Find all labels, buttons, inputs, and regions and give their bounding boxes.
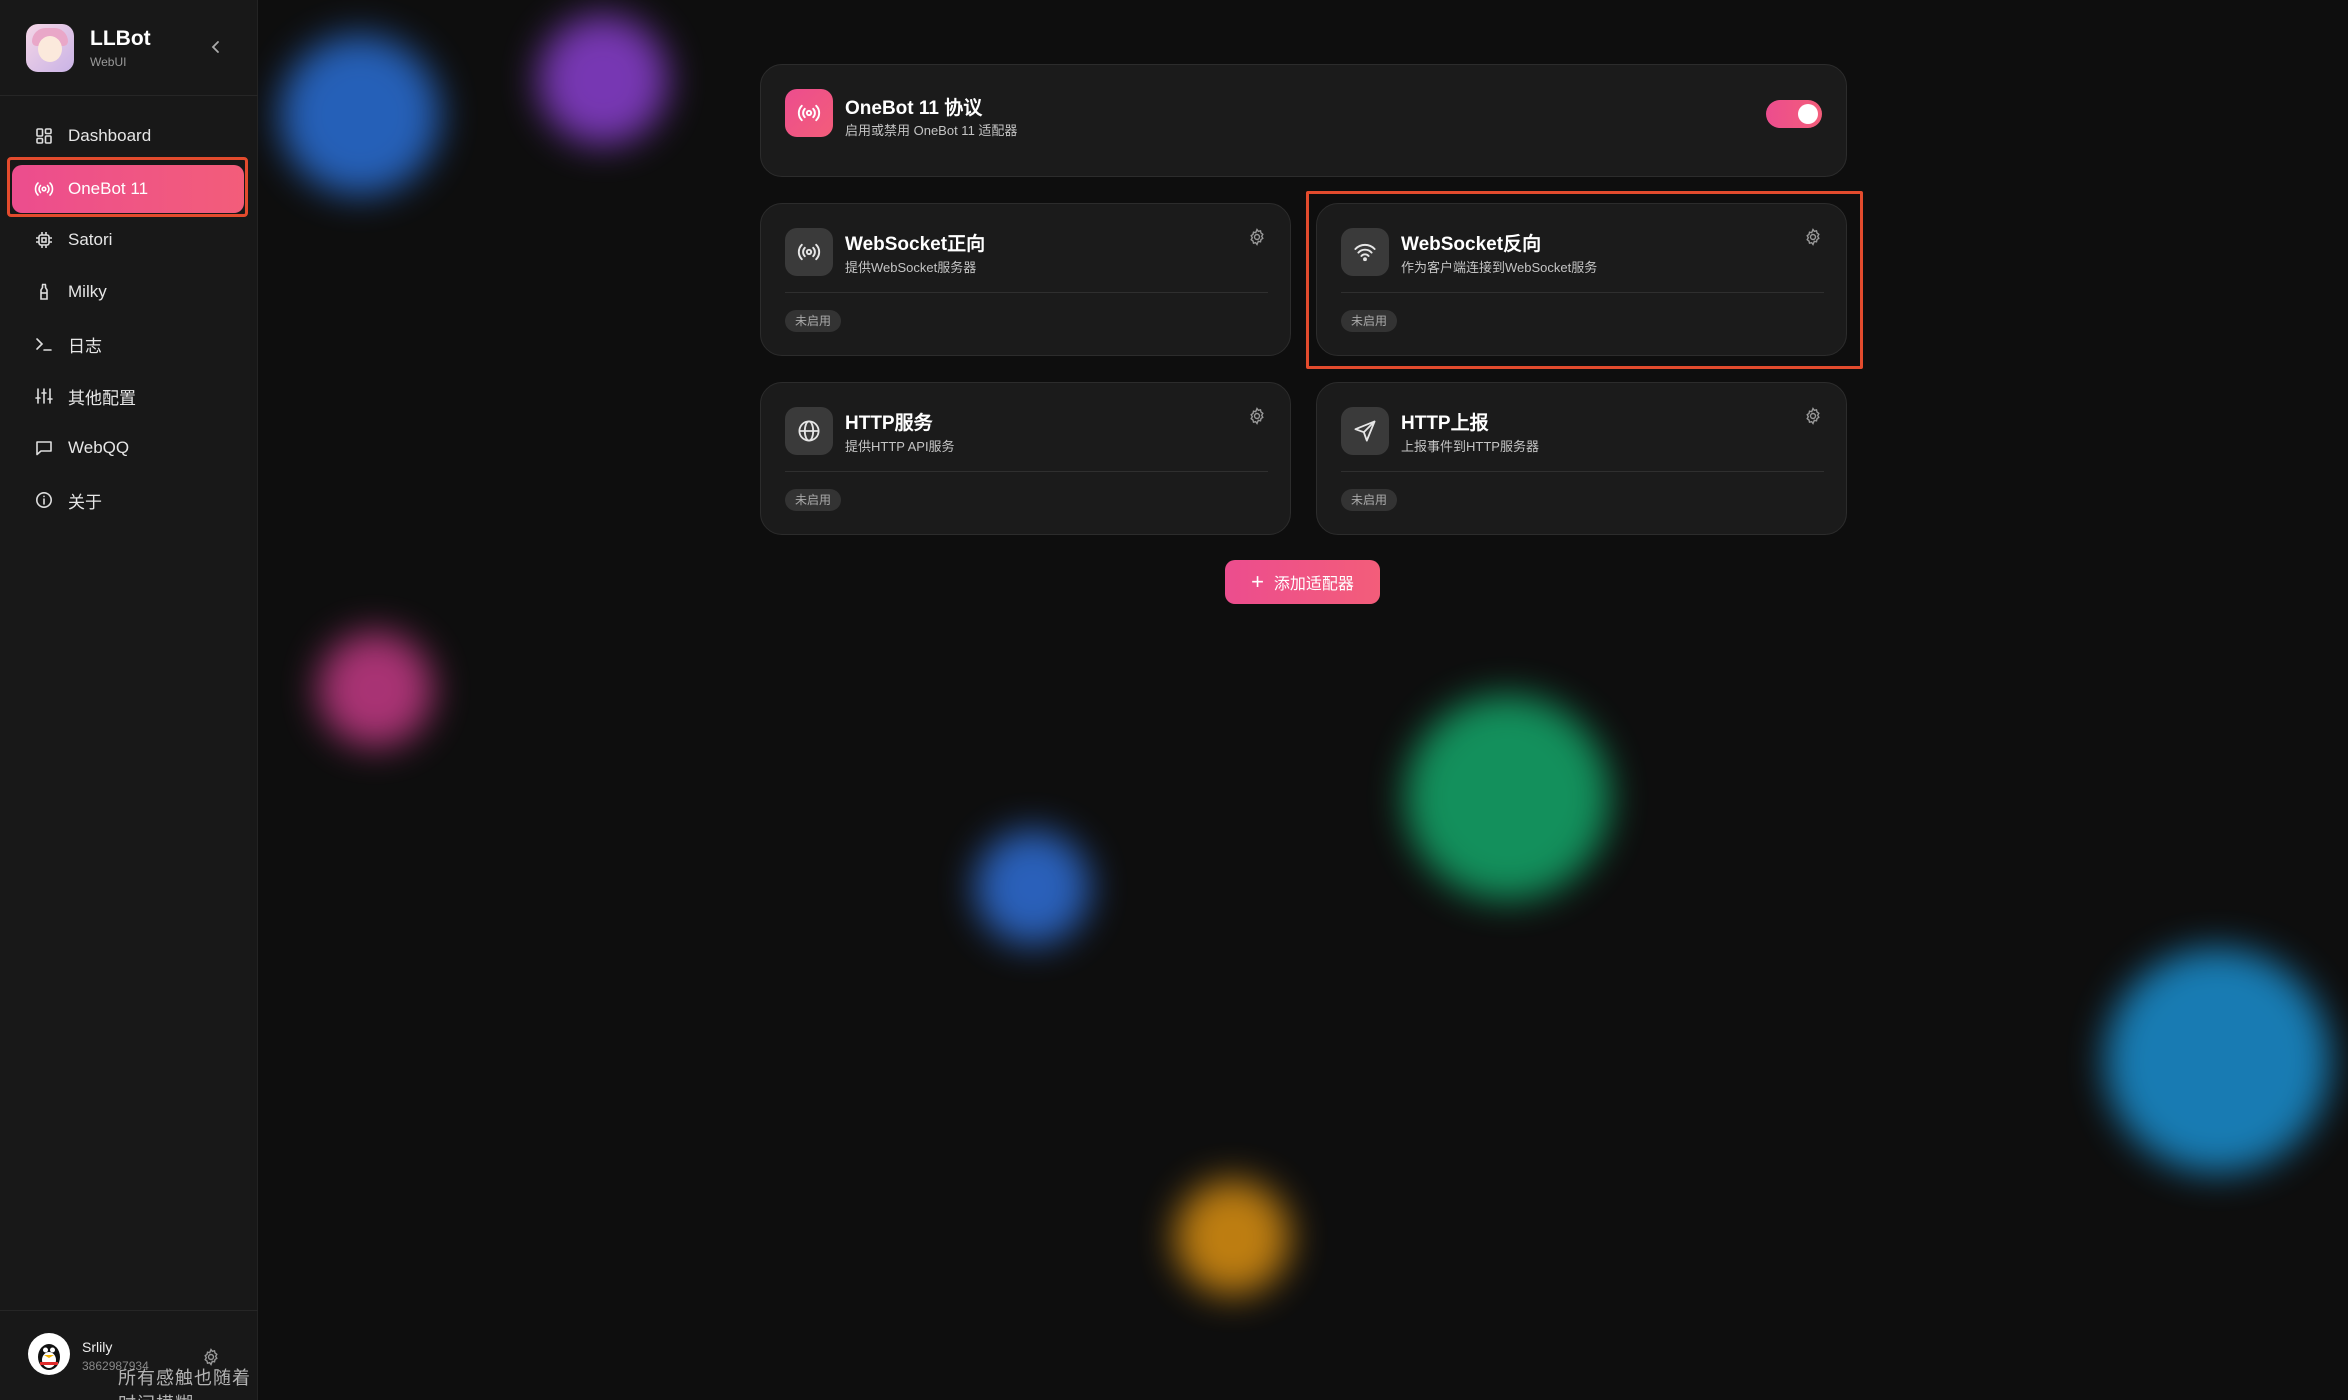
- brand-title: LLBot: [90, 27, 151, 50]
- background-orb: [975, 830, 1090, 945]
- sidebar-item-webqq[interactable]: WebQQ: [12, 424, 244, 472]
- sliders-icon: [34, 386, 54, 406]
- adapter-title: WebSocket正向: [845, 234, 986, 255]
- terminal-icon: [34, 334, 54, 354]
- sidebar-item-satori[interactable]: Satori: [12, 216, 244, 264]
- adapter-subtitle: 提供HTTP API服务: [845, 439, 955, 454]
- adapter-subtitle: 上报事件到HTTP服务器: [1401, 439, 1539, 454]
- background-orb: [2105, 948, 2330, 1173]
- background-orb: [280, 35, 440, 195]
- send-icon: [1341, 407, 1389, 455]
- gear-icon[interactable]: [1804, 407, 1822, 425]
- background-orb: [318, 632, 433, 747]
- divider: [1341, 471, 1824, 472]
- highlight-box: [7, 157, 248, 217]
- chip-icon: [34, 230, 54, 250]
- sidebar-item-label: Satori: [68, 230, 113, 249]
- sidebar-item-label: Milky: [68, 282, 107, 301]
- brand-logo: [26, 24, 74, 72]
- message-icon: [34, 438, 54, 458]
- watermark-text: 所有感触也随着时间模糊: [118, 1368, 251, 1400]
- collapse-sidebar-button[interactable]: [206, 34, 226, 60]
- adapter-title: HTTP上报: [1401, 413, 1489, 434]
- highlight-box: [1306, 191, 1863, 369]
- adapter-title: HTTP服务: [845, 413, 933, 434]
- status-badge: 未启用: [1341, 489, 1398, 511]
- brand-header: LLBot WebUI: [0, 0, 258, 96]
- adapter-subtitle: 提供WebSocket服务器: [845, 260, 977, 275]
- status-badge: 未启用: [785, 310, 842, 332]
- avatar[interactable]: [28, 1333, 70, 1375]
- add-adapter-button[interactable]: + 添加适配器: [1225, 560, 1380, 604]
- sidebar-item-label: 其他配置: [68, 388, 136, 408]
- adapter-card-ws-forward[interactable]: WebSocket正向 提供WebSocket服务器 未启用: [760, 203, 1291, 356]
- toggle-knob: [1798, 104, 1818, 124]
- globe-icon: [785, 407, 833, 455]
- gear-icon[interactable]: [1248, 407, 1266, 425]
- dashboard-icon: [34, 126, 54, 146]
- sidebar-item-milky[interactable]: Milky: [12, 268, 244, 316]
- bottle-icon: [34, 282, 54, 302]
- protocol-subtitle: 启用或禁用 OneBot 11 适配器: [845, 123, 1018, 138]
- protocol-toggle[interactable]: [1766, 100, 1822, 128]
- sidebar-item-label: Dashboard: [68, 126, 152, 145]
- background-orb: [538, 15, 668, 145]
- adapter-card-http-post[interactable]: HTTP上报 上报事件到HTTP服务器 未启用: [1316, 382, 1847, 535]
- add-adapter-label: 添加适配器: [1273, 576, 1354, 593]
- sidebar-item-about[interactable]: 关于: [12, 476, 244, 524]
- user-name: Srlily: [82, 1339, 113, 1355]
- protocol-title: OneBot 11 协议: [845, 98, 983, 119]
- background-orb: [1175, 1180, 1290, 1295]
- sidebar-item-logs[interactable]: 日志: [12, 320, 244, 368]
- brand-subtitle: WebUI: [90, 55, 127, 69]
- sidebar-item-label: 日志: [68, 336, 102, 356]
- divider: [785, 292, 1268, 293]
- sidebar: LLBot WebUI Dashboard OneBot 11 Satori M…: [0, 0, 258, 1400]
- broadcast-icon: [785, 228, 833, 276]
- gear-icon[interactable]: [1248, 228, 1266, 246]
- chevron-left-icon: [211, 41, 219, 53]
- plus-icon: +: [1251, 569, 1264, 594]
- info-icon: [34, 490, 54, 510]
- protocol-card: OneBot 11 协议 启用或禁用 OneBot 11 适配器: [760, 64, 1847, 177]
- sidebar-item-other-settings[interactable]: 其他配置: [12, 372, 244, 420]
- sidebar-item-dashboard[interactable]: Dashboard: [12, 112, 244, 160]
- sidebar-item-label: 关于: [68, 492, 102, 512]
- sidebar-item-label: WebQQ: [68, 438, 130, 457]
- status-badge: 未启用: [785, 489, 842, 511]
- broadcast-icon: [785, 89, 833, 137]
- background-orb: [1405, 695, 1610, 900]
- divider: [785, 471, 1268, 472]
- adapter-card-http-server[interactable]: HTTP服务 提供HTTP API服务 未启用: [760, 382, 1291, 535]
